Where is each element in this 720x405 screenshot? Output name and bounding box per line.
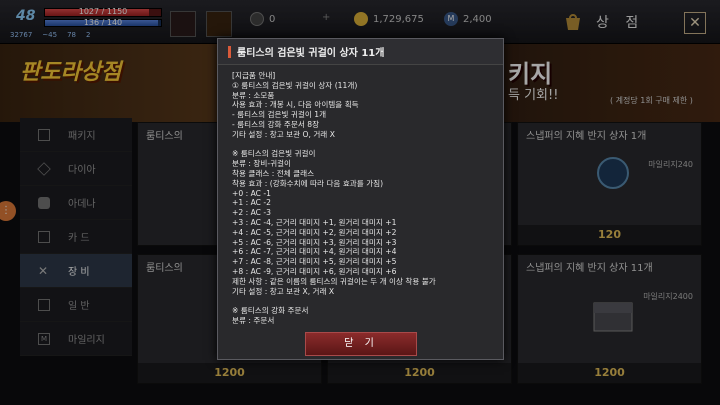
dialog-line: +7 : AC -8, 근거리 대미지 +5, 원거리 대미지 +5 (232, 257, 397, 267)
item-info-dialog: 룸티스의 검은빛 귀걸이 상자 11개 [지급품 안내] ① 룸티스의 검은빛 귀… (217, 38, 504, 360)
dialog-line: +2 : AC -3 (232, 208, 271, 218)
dialog-header: 룸티스의 검은빛 귀걸이 상자 11개 (218, 39, 503, 65)
dialog-line: [지급품 안내] (232, 71, 276, 80)
dialog-line: 착용 클래스 : 전체 클래스 (232, 168, 315, 178)
dialog-line: - 룸티스의 검은빛 귀걸이 1개 (232, 110, 327, 120)
dialog-line: 분류 : 소모품 (232, 90, 275, 100)
dialog-line: ※ 룸티스의 검은빛 귀걸이 (232, 149, 316, 159)
close-dialog-button[interactable]: 닫 기 (305, 332, 417, 356)
dialog-line: - 룸티스의 강화 주문서 8장 (232, 119, 320, 129)
dialog-line: ① 룸티스의 검은빛 귀걸이 상자 (11개) (232, 80, 358, 90)
dialog-line: 제한 사항 : 같은 이름의 룸티스의 귀걸이는 두 개 이상 착용 불가 (232, 276, 436, 286)
dialog-line: +1 : AC -2 (232, 198, 271, 208)
dialog-line: +4 : AC -5, 근거리 대미지 +2, 원거리 대미지 +2 (232, 227, 397, 237)
dialog-line: +3 : AC -4, 근거리 대미지 +1, 원거리 대미지 +1 (232, 217, 397, 227)
dialog-line: 사용 효과 : 개봉 시, 다음 아이템을 획득 (232, 100, 359, 110)
dialog-line: +5 : AC -6, 근거리 대미지 +3, 원거리 대미지 +3 (232, 237, 397, 247)
dialog-line: +6 : AC -7, 근거리 대미지 +4, 원거리 대미지 +4 (232, 247, 397, 257)
dialog-body[interactable]: [지급품 안내] ① 룸티스의 검은빛 귀걸이 상자 (11개) 분류 : 소모품 사… (232, 71, 494, 326)
dialog-line (232, 296, 494, 306)
dialog-line: 기타 설정 : 창고 보관 O, 거래 X (232, 129, 335, 139)
dialog-line: +0 : AC -1 (232, 188, 271, 198)
dialog-line: 기타 설정 : 창고 보관 X, 거래 X (232, 286, 335, 296)
header-accent-mark (228, 45, 231, 58)
dialog-line: 착용 효과 : (강화수치에 따라 다음 효과를 가짐) (232, 178, 384, 188)
dialog-line: ※ 룸티스의 강화 주문서 (232, 306, 309, 316)
dialog-line: +8 : AC -9, 근거리 대미지 +6, 원거리 대미지 +6 (232, 266, 397, 276)
dialog-title: 룸티스의 검은빛 귀걸이 상자 11개 (237, 48, 385, 59)
dialog-line (232, 140, 494, 150)
dialog-line: 분류 : 장비-귀걸이 (232, 159, 292, 169)
dialog-line: 분류 : 주문서 (232, 315, 275, 325)
